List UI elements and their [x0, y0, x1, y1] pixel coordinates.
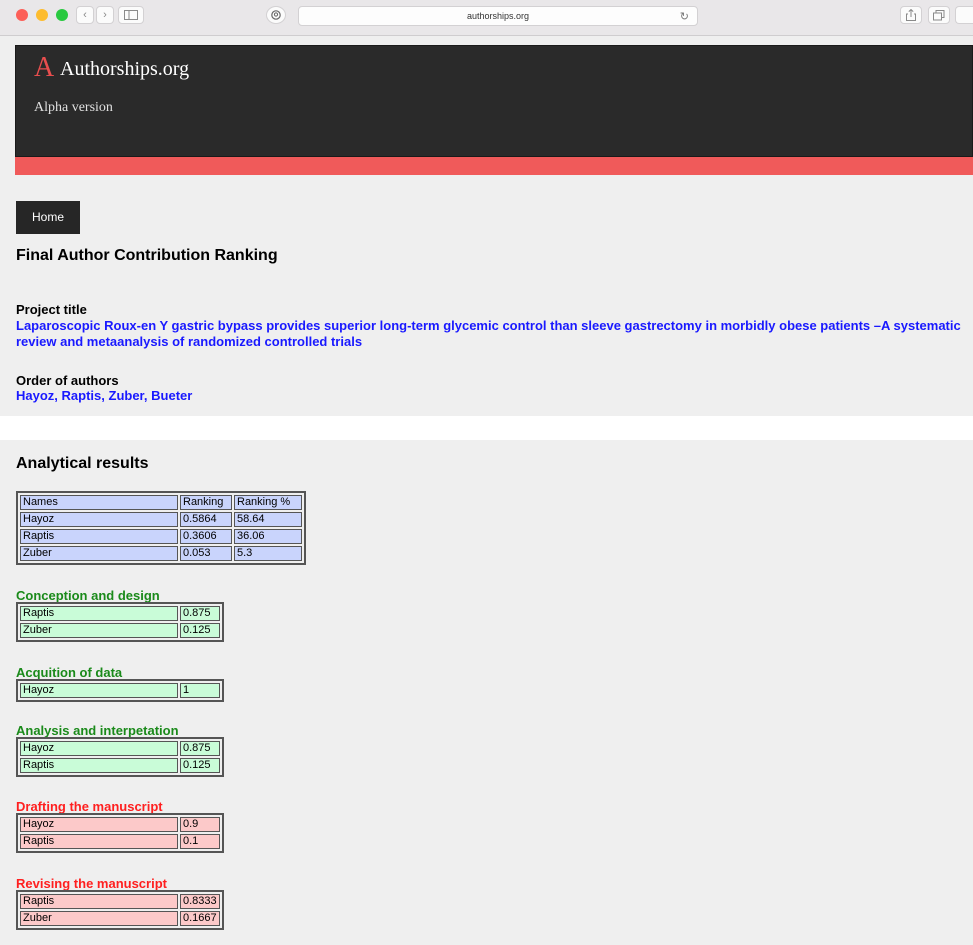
table-cell: Hayoz [20, 741, 178, 756]
table-cell: Hayoz [20, 512, 178, 527]
revising-table: Raptis 0.8333 Zuber 0.1667 [16, 890, 224, 930]
site-subtitle: Alpha version [34, 100, 113, 115]
column-header: Ranking [180, 495, 232, 510]
order-of-authors-label: Order of authors [16, 373, 119, 388]
site-header: A Authorships.org Alpha version [15, 45, 973, 157]
table-cell: 0.1667 [180, 911, 220, 926]
header-accent-bar [15, 157, 973, 175]
column-header: Ranking % [234, 495, 302, 510]
section-title-conception: Conception and design [16, 588, 160, 603]
table-row: Hayoz 0.875 [20, 741, 220, 756]
author-link[interactable]: Hayoz [16, 388, 54, 403]
table-cell: 0.125 [180, 623, 220, 638]
ranking-table: Names Ranking Ranking % Hayoz 0.5864 58.… [16, 491, 306, 565]
pinterest-icon[interactable] [266, 6, 286, 24]
reload-icon[interactable]: ↻ [680, 8, 689, 26]
forward-button[interactable]: › [96, 6, 114, 24]
results-heading: Analytical results [16, 455, 149, 472]
back-button[interactable]: ‹ [76, 6, 94, 24]
table-row: Hayoz 1 [20, 683, 220, 698]
table-row: Raptis 0.8333 [20, 894, 220, 909]
section-title-revising: Revising the manuscript [16, 876, 167, 891]
table-cell: 0.1 [180, 834, 220, 849]
table-row: Zuber 0.053 5.3 [20, 546, 302, 561]
table-cell: Raptis [20, 834, 178, 849]
browser-toolbar: ‹ › authorships.org ↻ [0, 0, 973, 36]
page-content: A Authorships.org Alpha version Home Fin… [0, 36, 973, 945]
table-cell: Raptis [20, 894, 178, 909]
table-cell: 0.3606 [180, 529, 232, 544]
table-cell: Hayoz [20, 817, 178, 832]
table-row: Hayoz 0.5864 58.64 [20, 512, 302, 527]
table-cell: Raptis [20, 606, 178, 621]
section-title-acquisition: Acquition of data [16, 665, 123, 680]
table-cell: 0.9 [180, 817, 220, 832]
page-title: Final Author Contribution Ranking [16, 247, 278, 264]
table-cell: 0.5864 [180, 512, 232, 527]
table-cell: 36.06 [234, 529, 302, 544]
close-window-button[interactable] [16, 9, 28, 21]
column-header: Names [20, 495, 178, 510]
table-cell: 1 [180, 683, 220, 698]
conception-table: Raptis 0.875 Zuber 0.125 [16, 602, 224, 642]
table-row: Raptis 0.1 [20, 834, 220, 849]
project-panel: A Authorships.org Alpha version Home Fin… [0, 36, 973, 416]
address-bar[interactable]: authorships.org ↻ [298, 6, 698, 26]
sidebar-toggle-icon[interactable] [118, 6, 144, 24]
table-row: Hayoz 0.9 [20, 817, 220, 832]
url-text: authorships.org [466, 11, 530, 21]
section-title-analysis: Analysis and interpetation [16, 723, 179, 738]
minimize-window-button[interactable] [36, 9, 48, 21]
new-tab-button[interactable] [955, 6, 973, 24]
table-row: Zuber 0.1667 [20, 911, 220, 926]
table-row: Zuber 0.125 [20, 623, 220, 638]
home-button[interactable]: Home [16, 201, 80, 234]
table-cell: Raptis [20, 529, 178, 544]
logo-icon[interactable]: A [34, 52, 54, 84]
analysis-table: Hayoz 0.875 Raptis 0.125 [16, 737, 224, 777]
table-row: Raptis 0.875 [20, 606, 220, 621]
table-cell: 0.053 [180, 546, 232, 561]
author-link[interactable]: Raptis [62, 388, 102, 403]
table-row: Raptis 0.3606 36.06 [20, 529, 302, 544]
share-icon[interactable] [900, 6, 922, 24]
drafting-table: Hayoz 0.9 Raptis 0.1 [16, 813, 224, 853]
site-title[interactable]: Authorships.org [60, 58, 189, 81]
table-cell: 0.8333 [180, 894, 220, 909]
table-cell: Zuber [20, 911, 178, 926]
table-row: Raptis 0.125 [20, 758, 220, 773]
tabs-overview-icon[interactable] [928, 6, 950, 24]
table-cell: Raptis [20, 758, 178, 773]
table-cell: Hayoz [20, 683, 178, 698]
analytical-results-panel: Analytical results Names Ranking Ranking… [0, 440, 973, 945]
section-title-drafting: Drafting the manuscript [16, 799, 163, 814]
author-link[interactable]: Bueter [151, 388, 192, 403]
acquisition-table: Hayoz 1 [16, 679, 224, 702]
table-cell: 0.875 [180, 606, 220, 621]
table-cell: 0.125 [180, 758, 220, 773]
table-cell: 58.64 [234, 512, 302, 527]
project-title-label: Project title [16, 302, 87, 317]
table-cell: 5.3 [234, 546, 302, 561]
author-link[interactable]: Zuber [109, 388, 144, 403]
project-title-link[interactable]: Laparoscopic Roux-en Y gastric bypass pr… [16, 318, 966, 350]
table-cell: Zuber [20, 546, 178, 561]
table-header-row: Names Ranking Ranking % [20, 495, 302, 510]
table-cell: Zuber [20, 623, 178, 638]
zoom-window-button[interactable] [56, 9, 68, 21]
table-cell: 0.875 [180, 741, 220, 756]
author-list: Hayoz, Raptis, Zuber, Bueter [16, 388, 193, 403]
